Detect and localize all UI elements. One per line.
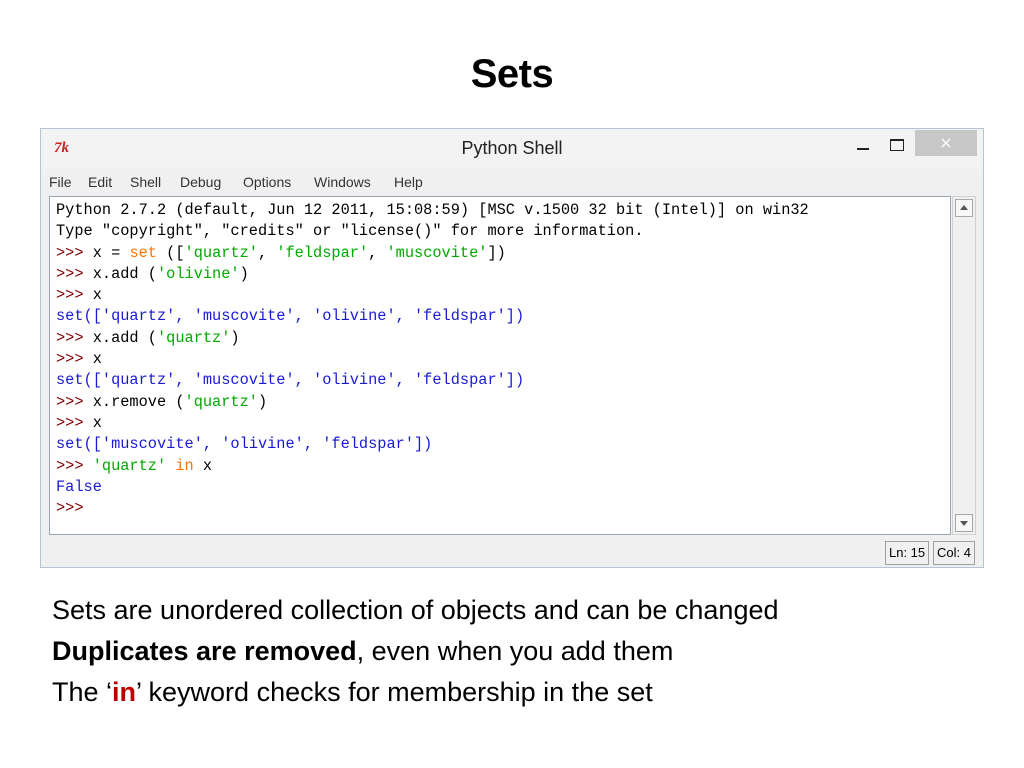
shell-token: set(['quartz', 'muscovite', 'olivine', '… — [56, 307, 525, 326]
slide-body: Sets are unordered collection of objects… — [52, 590, 1012, 713]
shell-token: 'muscovite' — [386, 243, 488, 262]
shell-line: Python 2.7.2 (default, Jun 12 2011, 15:0… — [56, 201, 809, 219]
shell-token: ([ — [156, 243, 185, 262]
shell-token: 'quartz' — [92, 456, 167, 475]
maximize-button[interactable] — [885, 135, 909, 157]
shell-token — [166, 457, 175, 475]
shell-line: >>> x — [56, 286, 102, 304]
scroll-down-arrow-icon[interactable] — [955, 514, 973, 532]
slide-title: Sets — [470, 52, 554, 96]
shell-text-area[interactable]: Python 2.7.2 (default, Jun 12 2011, 15:0… — [49, 196, 951, 535]
menu-options[interactable]: Options — [243, 174, 291, 190]
shell-line: >>> x = set (['quartz', 'feldspar', 'mus… — [56, 244, 506, 262]
menu-edit[interactable]: Edit — [88, 174, 112, 190]
bullet-text: The ‘ — [52, 677, 113, 707]
bullet-text: , even when you add them — [356, 636, 674, 666]
menu-help[interactable]: Help — [394, 174, 423, 190]
shell-line: set(['muscovite', 'olivine', 'feldspar']… — [56, 435, 432, 453]
shell-line: >>> x — [56, 350, 102, 368]
menu-file[interactable]: File — [49, 174, 72, 190]
shell-token: >>> — [56, 392, 93, 411]
shell-token: ) — [257, 392, 268, 411]
shell-token: ) — [239, 264, 249, 283]
shell-line: Type "copyright", "credits" or "license(… — [56, 222, 644, 240]
shell-token: >>> — [56, 328, 93, 347]
shell-line: set(['quartz', 'muscovite', 'olivine', '… — [56, 307, 524, 325]
close-button[interactable]: × — [915, 130, 977, 156]
shell-token: x = — [92, 243, 130, 262]
status-column-number: Col: 4 — [933, 541, 975, 565]
menu-debug[interactable]: Debug — [180, 174, 221, 190]
menu-shell[interactable]: Shell — [130, 174, 161, 190]
shell-token: in — [175, 456, 194, 475]
shell-token: >>> — [56, 243, 93, 262]
shell-token: , — [368, 243, 387, 262]
shell-token: >>> — [56, 413, 93, 432]
bullet-line-1: Sets are unordered collection of objects… — [52, 590, 1012, 631]
shell-line: set(['quartz', 'muscovite', 'olivine', '… — [56, 371, 524, 389]
status-bar: Ln: 15 Col: 4 — [41, 536, 983, 566]
shell-token: >>> — [56, 286, 93, 305]
shell-token: Python 2.7.2 (default, Jun 12 2011, 15:0… — [56, 201, 809, 219]
shell-token: x — [92, 286, 102, 305]
scroll-up-arrow-icon[interactable] — [955, 199, 973, 217]
status-line-number: Ln: 15 — [885, 541, 930, 565]
shell-token: 'feldspar' — [276, 243, 369, 262]
shell-line: >>> x.add ('olivine') — [56, 265, 249, 283]
shell-token: x — [193, 456, 213, 475]
title-bar[interactable]: 7k Python Shell × — [41, 129, 983, 169]
python-shell-window: 7k Python Shell × File Edit Shell Debug … — [40, 128, 984, 568]
bullet-text: ’ keyword checks for membership in the s… — [136, 677, 653, 707]
shell-token: , — [257, 243, 277, 262]
shell-token: set — [129, 243, 157, 262]
bullet-keyword: in — [112, 677, 137, 707]
shell-token: ]) — [487, 243, 506, 262]
shell-token: x.add ( — [92, 328, 157, 347]
shell-token: 'quartz' — [184, 243, 258, 262]
shell-token: x — [92, 350, 102, 369]
shell-line: >>> — [56, 499, 84, 517]
shell-line: >>> x.add ('quartz') — [56, 329, 240, 347]
shell-token: 'olivine' — [156, 264, 240, 283]
bullet-line-2: Duplicates are removed, even when you ad… — [52, 631, 1012, 672]
shell-line: >>> 'quartz' in x — [56, 457, 212, 475]
shell-token: x — [92, 413, 102, 432]
bullet-text: Sets are unordered collection of objects… — [52, 595, 779, 625]
shell-token: ) — [230, 328, 240, 347]
shell-token: False — [56, 477, 102, 496]
shell-line: False — [56, 478, 102, 496]
shell-token: >>> — [56, 499, 84, 518]
bullet-line-3: The ‘in’ keyword checks for membership i… — [52, 672, 1012, 713]
shell-token: x.add ( — [92, 264, 157, 283]
shell-token: >>> — [56, 264, 93, 283]
shell-line: >>> x.remove ('quartz') — [56, 393, 267, 411]
shell-output: Python 2.7.2 (default, Jun 12 2011, 15:0… — [56, 200, 809, 519]
vertical-scrollbar[interactable] — [952, 196, 976, 535]
shell-token: x.remove ( — [92, 392, 185, 411]
shell-token: >>> — [56, 350, 93, 369]
shell-token: set(['quartz', 'muscovite', 'olivine', '… — [56, 371, 525, 390]
shell-token: 'quartz' — [156, 328, 231, 347]
window-title: Python Shell — [461, 138, 563, 158]
shell-token: >>> — [56, 456, 93, 475]
shell-line: >>> x — [56, 414, 102, 432]
shell-token: Type "copyright", "credits" or "license(… — [56, 222, 644, 241]
minimize-button[interactable] — [851, 135, 875, 157]
bullet-emphasis: Duplicates are removed — [52, 636, 357, 666]
menu-bar: File Edit Shell Debug Options Windows He… — [41, 169, 983, 195]
menu-windows[interactable]: Windows — [314, 174, 371, 190]
shell-token: set(['muscovite', 'olivine', 'feldspar']… — [56, 435, 433, 454]
shell-token: 'quartz' — [184, 392, 258, 411]
